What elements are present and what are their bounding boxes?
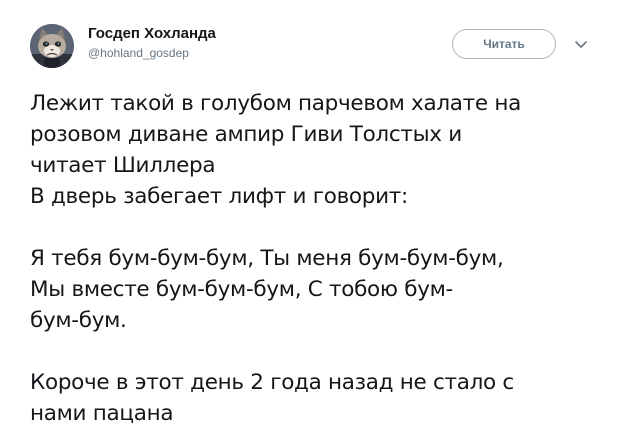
more-options-button[interactable] <box>572 34 590 54</box>
author-handle[interactable]: @hohland_gosdep <box>88 46 189 60</box>
tweet-line: читает Шиллера <box>30 153 216 178</box>
avatar[interactable] <box>30 24 74 68</box>
tweet-line: Я тебя бум-бум-бум, Ты меня бум-бум-бум, <box>30 246 504 271</box>
tweet-card: Госдеп Хохланда @hohland_gosdep Читать Л… <box>0 0 620 441</box>
tweet-line: Лежит такой в голубом парчевом халате на <box>30 91 521 116</box>
tweet-text: Лежит такой в голубом парчевом халате на… <box>30 88 610 429</box>
author-name[interactable]: Госдеп Хохланда <box>88 25 216 42</box>
follow-button[interactable]: Читать <box>452 29 556 59</box>
grumpy-cat-avatar-icon <box>30 24 74 68</box>
tweet-line: бум-бум. <box>30 308 127 333</box>
tweet-line: Короче в этот день 2 года назад не стало… <box>30 370 514 395</box>
tweet-line: нами пацана <box>30 401 174 426</box>
tweet-line: розовом диване ампир Гиви Толстых и <box>30 122 462 147</box>
tweet-line: В дверь забегает лифт и говорит: <box>30 184 408 209</box>
tweet-line: Мы вместе бум-бум-бум, С тобою бум- <box>30 277 454 302</box>
chevron-down-icon <box>575 41 587 48</box>
